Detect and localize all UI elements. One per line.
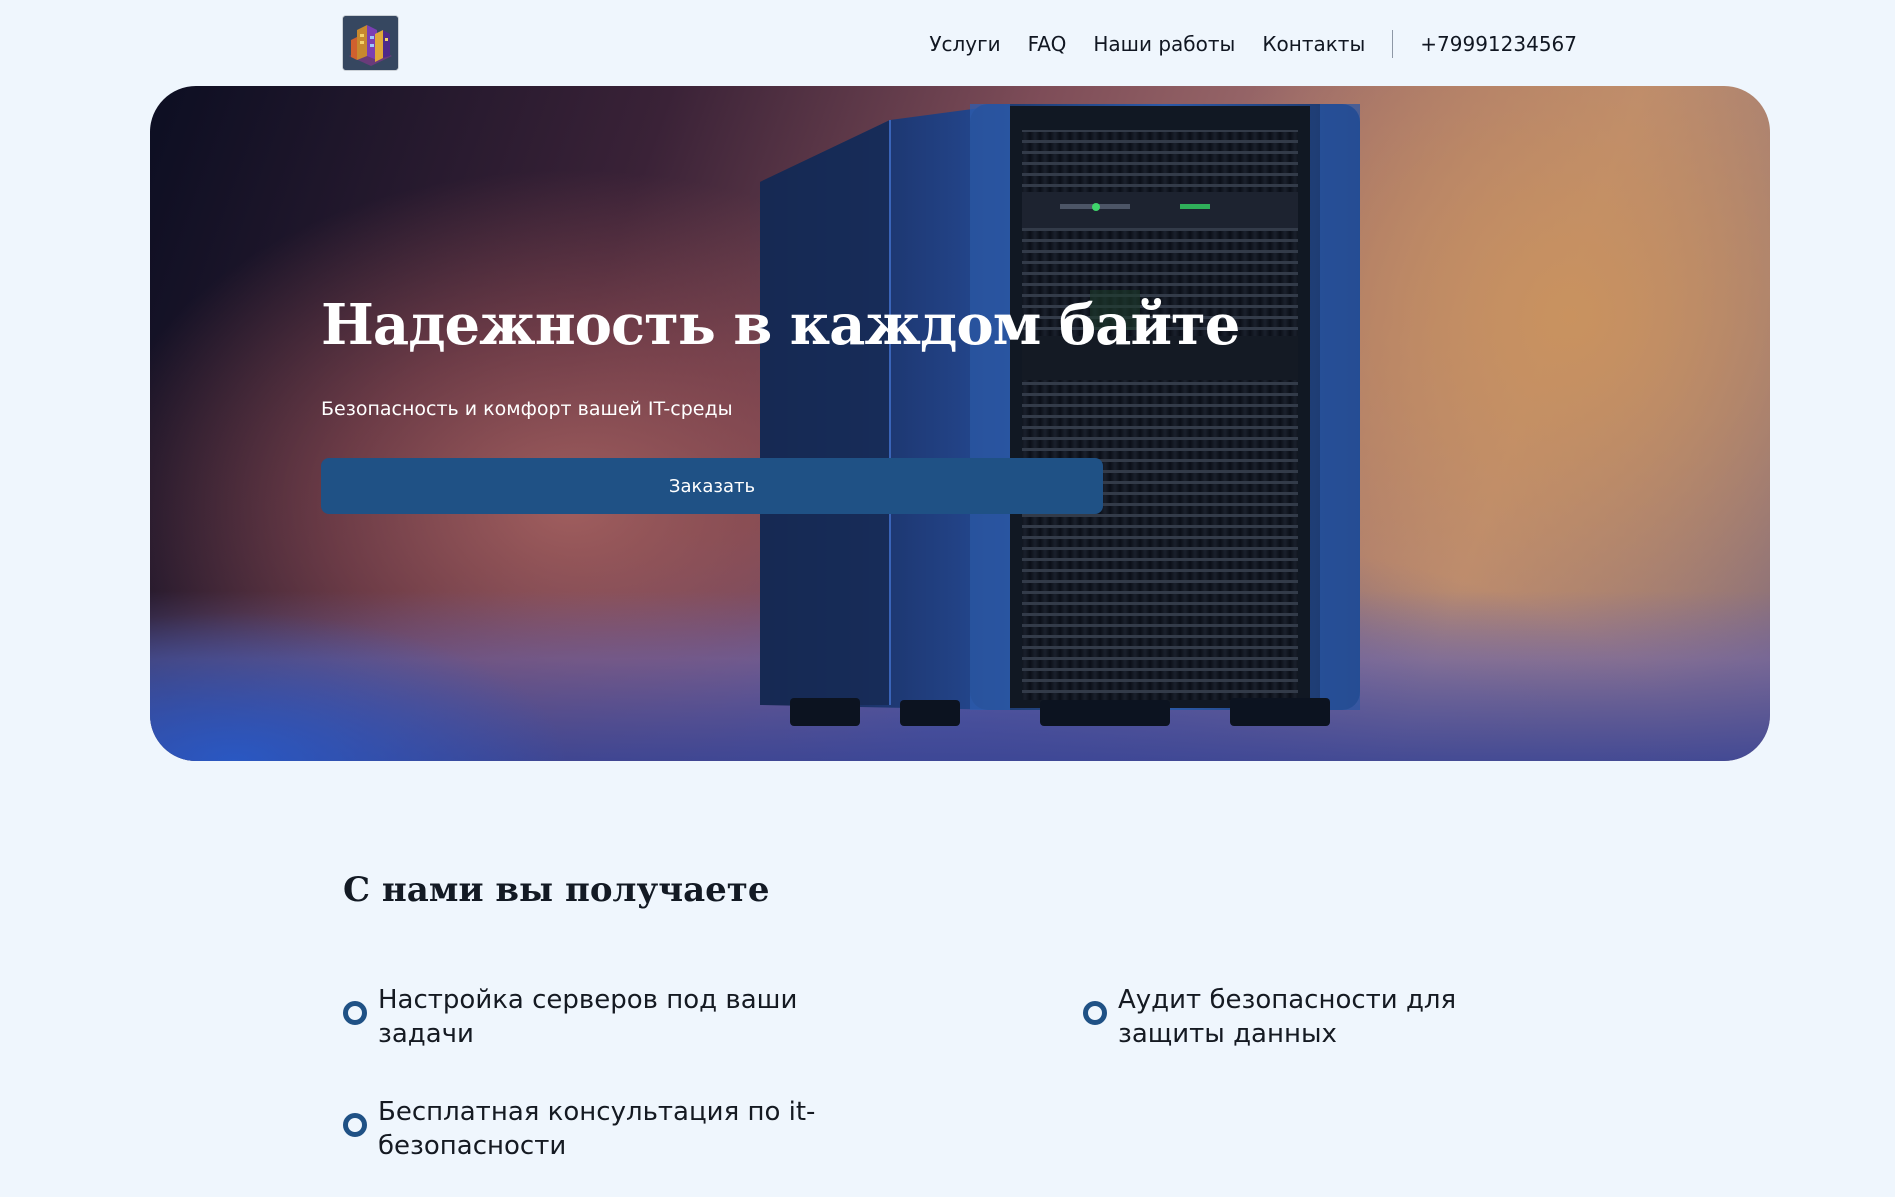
nav-link-faq[interactable]: FAQ <box>1028 32 1067 56</box>
ring-bullet-icon <box>1083 1001 1107 1025</box>
nav-link-services[interactable]: Услуги <box>929 32 1000 56</box>
order-button[interactable]: Заказать <box>321 458 1103 514</box>
ring-bullet-icon <box>343 1001 367 1025</box>
benefit-text: Бесплатная консультация по it-безопаснос… <box>378 1097 816 1161</box>
benefit-text: Настройка серверов под ваши задачи <box>378 985 798 1049</box>
nav-divider <box>1392 30 1394 58</box>
benefits-title: С нами вы получаете <box>343 870 770 910</box>
hero-banner: Надежность в каждом байте Безопасность и… <box>150 86 1770 761</box>
phone-link[interactable]: +79991234567 <box>1420 32 1577 56</box>
main-nav: Услуги FAQ Наши работы Контакты +7999123… <box>929 28 1577 60</box>
benefit-text: Аудит безопасности для защиты данных <box>1118 985 1457 1049</box>
site-header: Услуги FAQ Наши работы Контакты +7999123… <box>0 0 1895 86</box>
benefit-item: Аудит безопасности для защиты данных <box>1083 983 1583 1051</box>
logo[interactable] <box>343 16 398 70</box>
nav-link-contacts[interactable]: Контакты <box>1262 32 1365 56</box>
benefit-item: Бесплатная консультация по it-безопаснос… <box>343 1095 843 1163</box>
hero-floor-glow-left <box>150 611 570 761</box>
benefit-item: Настройка серверов под ваши задачи <box>343 983 843 1051</box>
server-tower-image <box>760 100 1370 740</box>
hero-subtitle: Безопасность и комфорт вашей IT-среды <box>321 398 733 420</box>
nav-link-works[interactable]: Наши работы <box>1093 32 1235 56</box>
ring-bullet-icon <box>343 1113 367 1137</box>
isometric-server-logo-icon <box>343 16 398 70</box>
server-tower-icon <box>760 104 1360 726</box>
hero-title: Надежность в каждом байте <box>321 292 1240 358</box>
